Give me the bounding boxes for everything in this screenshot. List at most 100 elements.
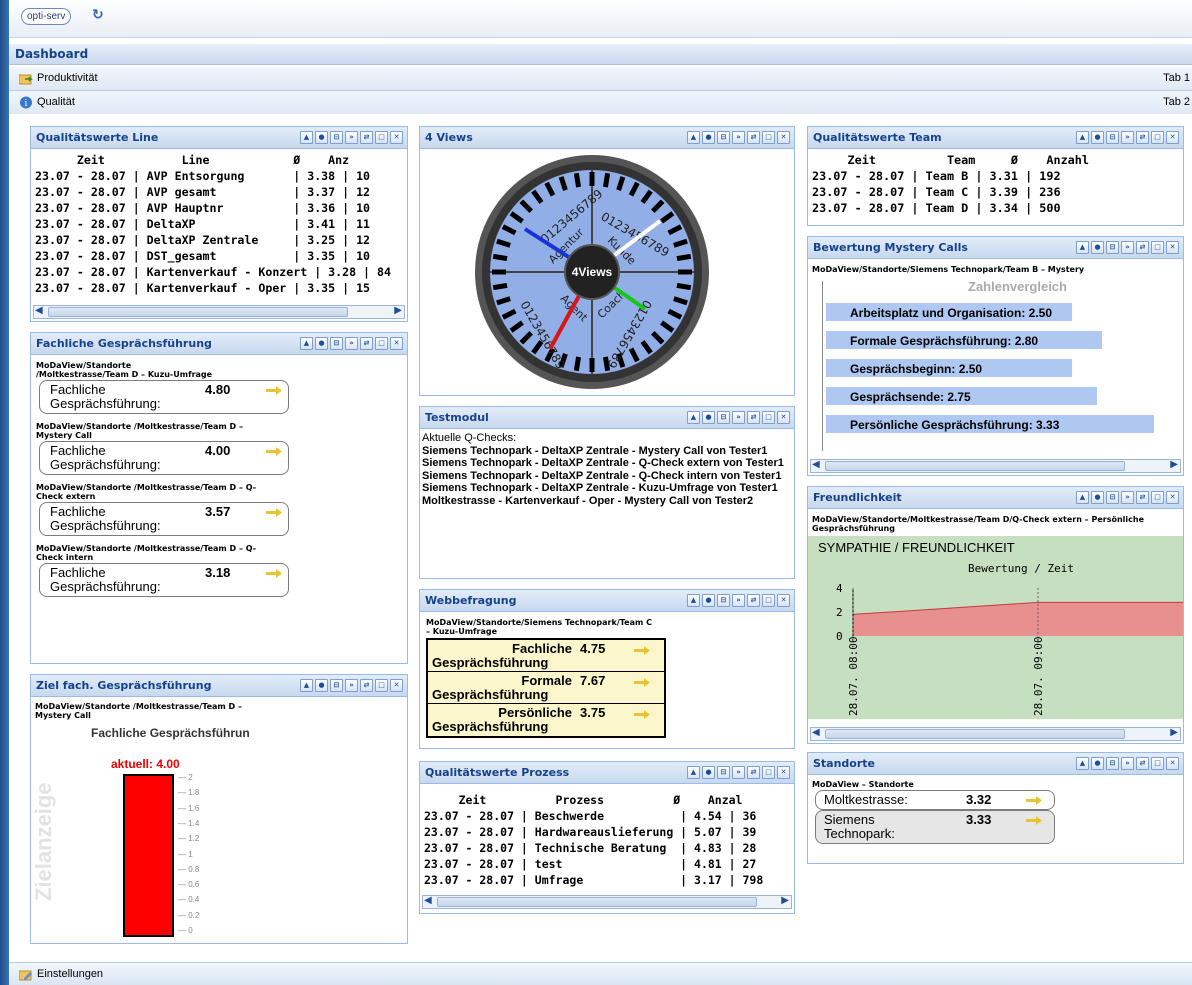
settings-icon[interactable]: ● (702, 766, 715, 779)
bar[interactable]: Arbeitsplatz und Organisation: 2.50 (826, 303, 1073, 321)
forward-icon[interactable]: » (1121, 241, 1134, 254)
bar[interactable]: Gesprächsende: 2.75 (826, 387, 1098, 405)
forward-icon[interactable]: » (1121, 131, 1134, 144)
kpi-box[interactable]: Fachliche Gesprächsführung: 3.18 (39, 563, 289, 597)
settings-icon[interactable]: ● (1091, 131, 1104, 144)
close-icon[interactable]: ✕ (1166, 491, 1179, 504)
window-icon[interactable]: ⊟ (330, 679, 343, 692)
panel-header[interactable]: Bewertung Mystery Calls ▲ ● ⊟» ⇄ □ ✕ (808, 237, 1183, 259)
bar[interactable]: Persönliche Gesprächsführung: 3.33 (826, 415, 1155, 433)
forward-icon[interactable]: » (345, 679, 358, 692)
forward-icon[interactable]: » (732, 594, 745, 607)
horizontal-scrollbar[interactable]: ◀ ▶ (810, 459, 1181, 473)
settings-icon[interactable]: ● (315, 131, 328, 144)
horizontal-scrollbar[interactable]: ◀ ▶ (33, 305, 405, 319)
scroll-thumb[interactable] (825, 729, 1125, 739)
maximize-icon[interactable]: □ (762, 766, 775, 779)
kpi-box[interactable]: Siemens Technopark: 3.33 (815, 810, 1055, 844)
scroll-right-icon[interactable]: ▶ (1170, 459, 1178, 470)
swap-icon[interactable]: ⇄ (360, 337, 373, 350)
bar[interactable]: Formale Gesprächsführung: 2.80 (826, 331, 1102, 349)
forward-icon[interactable]: » (1121, 757, 1134, 770)
window-icon[interactable]: ⊟ (717, 594, 730, 607)
close-icon[interactable]: ✕ (777, 766, 790, 779)
collapse-icon[interactable]: ▲ (300, 337, 313, 350)
list-item[interactable]: Moltkestrasse - Kartenverkauf - Oper - M… (422, 495, 792, 508)
maximize-icon[interactable]: □ (1151, 131, 1164, 144)
forward-icon[interactable]: » (1121, 491, 1134, 504)
close-icon[interactable]: ✕ (390, 337, 403, 350)
settings-icon[interactable]: ● (1091, 491, 1104, 504)
collapse-icon[interactable]: ▲ (687, 766, 700, 779)
collapse-icon[interactable]: ▲ (300, 131, 313, 144)
nav-row-qualitaet[interactable]: i Qualität Tab 2 (9, 91, 1192, 115)
collapse-icon[interactable]: ▲ (1076, 491, 1089, 504)
webb-row[interactable]: Fachliche Gesprächsführung 4.75 (428, 640, 664, 672)
swap-icon[interactable]: ⇄ (1136, 131, 1149, 144)
scroll-thumb[interactable] (48, 307, 348, 317)
settings-bar[interactable]: Einstellungen (9, 962, 1192, 985)
swap-icon[interactable]: ⇄ (1136, 757, 1149, 770)
forward-icon[interactable]: » (732, 411, 745, 424)
swap-icon[interactable]: ⇄ (747, 411, 760, 424)
panel-header[interactable]: Ziel fach. Gesprächsführung ▲ ● ⊟» ⇄ □ ✕ (31, 675, 407, 697)
horizontal-scrollbar[interactable]: ◀ ▶ (810, 727, 1181, 741)
panel-header[interactable]: Fachliche Gesprächsführung ▲ ● ⊟» ⇄ □ ✕ (31, 333, 407, 355)
forward-icon[interactable]: » (732, 766, 745, 779)
panel-header[interactable]: Testmodul ▲ ● ⊟» ⇄ □ ✕ (420, 407, 794, 429)
app-logo[interactable]: opti-serv (21, 8, 72, 25)
settings-icon[interactable]: ● (315, 679, 328, 692)
list-item[interactable]: Siemens Technopark - DeltaXP Zentrale - … (422, 445, 792, 458)
kpi-box[interactable]: Fachliche Gesprächsführung: 3.57 (39, 502, 289, 536)
scroll-thumb[interactable] (825, 461, 1125, 471)
window-icon[interactable]: ⊟ (1106, 241, 1119, 254)
bar[interactable]: Gesprächsbeginn: 2.50 (826, 359, 1073, 377)
panel-header[interactable]: Standorte ▲ ● ⊟» ⇄ □ ✕ (808, 753, 1183, 775)
collapse-icon[interactable]: ▲ (300, 679, 313, 692)
close-icon[interactable]: ✕ (1166, 757, 1179, 770)
maximize-icon[interactable]: □ (1151, 757, 1164, 770)
forward-icon[interactable]: » (732, 131, 745, 144)
maximize-icon[interactable]: □ (375, 131, 388, 144)
scroll-right-icon[interactable]: ▶ (394, 305, 402, 316)
list-item[interactable]: Siemens Technopark - DeltaXP Zentrale - … (422, 470, 792, 483)
maximize-icon[interactable]: □ (1151, 491, 1164, 504)
scroll-left-icon[interactable]: ◀ (812, 459, 820, 470)
nav-row-produktivitaet[interactable]: Produktivität Tab 1 (9, 67, 1192, 91)
window-icon[interactable]: ⊟ (1106, 491, 1119, 504)
swap-icon[interactable]: ⇄ (747, 594, 760, 607)
panel-header[interactable]: Webbefragung ▲ ● ⊟» ⇄ □ ✕ (420, 590, 794, 612)
panel-header[interactable]: Qualitätswerte Team ▲ ● ⊟» ⇄ □ ✕ (808, 127, 1183, 149)
collapse-icon[interactable]: ▲ (687, 411, 700, 424)
close-icon[interactable]: ✕ (390, 131, 403, 144)
window-icon[interactable]: ⊟ (717, 766, 730, 779)
scroll-thumb[interactable] (437, 897, 757, 907)
settings-icon[interactable]: ● (702, 411, 715, 424)
horizontal-scrollbar[interactable]: ◀ ▶ (422, 895, 792, 909)
close-icon[interactable]: ✕ (1166, 131, 1179, 144)
window-icon[interactable]: ⊟ (717, 411, 730, 424)
swap-icon[interactable]: ⇄ (360, 131, 373, 144)
refresh-icon[interactable]: ↻ (92, 7, 104, 23)
maximize-icon[interactable]: □ (762, 594, 775, 607)
close-icon[interactable]: ✕ (777, 594, 790, 607)
kpi-box[interactable]: Fachliche Gesprächsführung: 4.80 (39, 380, 289, 414)
maximize-icon[interactable]: □ (762, 411, 775, 424)
swap-icon[interactable]: ⇄ (1136, 491, 1149, 504)
kpi-box[interactable]: Fachliche Gesprächsführung: 4.00 (39, 441, 289, 475)
collapse-icon[interactable]: ▲ (1076, 131, 1089, 144)
close-icon[interactable]: ✕ (390, 679, 403, 692)
forward-icon[interactable]: » (345, 337, 358, 350)
panel-header[interactable]: Freundlichkeit ▲ ● ⊟» ⇄ □ ✕ (808, 487, 1183, 509)
collapse-icon[interactable]: ▲ (687, 594, 700, 607)
webb-row[interactable]: Persönliche Gesprächsführung 3.75 (428, 704, 664, 736)
close-icon[interactable]: ✕ (777, 131, 790, 144)
scroll-left-icon[interactable]: ◀ (35, 305, 43, 316)
swap-icon[interactable]: ⇄ (747, 131, 760, 144)
window-icon[interactable]: ⊟ (717, 131, 730, 144)
window-icon[interactable]: ⊟ (330, 337, 343, 350)
window-icon[interactable]: ⊟ (1106, 757, 1119, 770)
webb-row[interactable]: Formale Gesprächsführung 7.67 (428, 672, 664, 704)
scroll-right-icon[interactable]: ▶ (781, 895, 789, 906)
four-views-dial[interactable]: 0123456789 0123456789 0123456789 0123456… (420, 149, 795, 395)
